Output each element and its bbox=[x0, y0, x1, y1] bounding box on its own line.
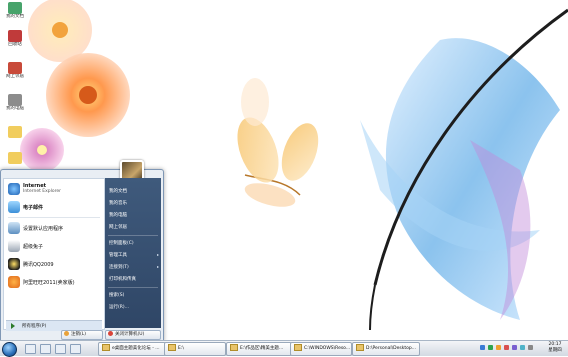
start-menu-separator bbox=[108, 235, 158, 236]
folder-icon bbox=[8, 2, 22, 14]
start-right-label: 搜索(S) bbox=[109, 293, 125, 298]
start-item-internet[interactable]: Internet Internet Explorer bbox=[6, 181, 102, 197]
desktop-icon-label: 我的电脑 bbox=[6, 106, 24, 111]
shutdown-button[interactable]: 关闭计算机(U) bbox=[105, 330, 161, 340]
start-right-item[interactable]: 网上邻居 bbox=[109, 224, 159, 230]
start-right-item[interactable]: 我的文档 bbox=[109, 188, 159, 194]
start-item-recent[interactable]: 设置默认应用程序 bbox=[6, 220, 102, 236]
taskbar-button-label: E:\ bbox=[178, 346, 184, 351]
start-item-title: 电子邮件 bbox=[23, 205, 44, 211]
start-menu-right-pane: 我的文档 我的音乐 我的电脑 网上邻居 控制面板(C) 管理工具 ▸ 连接到(T)… bbox=[105, 178, 161, 328]
folder-icon bbox=[294, 344, 302, 351]
settings-icon bbox=[8, 222, 20, 234]
computer-icon bbox=[8, 94, 22, 106]
clock[interactable]: 20:17 星期四 bbox=[544, 342, 566, 354]
quicklaunch-folder-icon[interactable] bbox=[55, 344, 66, 354]
logoff-label: 注销(L) bbox=[71, 332, 87, 337]
wangwang-icon bbox=[8, 276, 20, 288]
desktop-icon-computer[interactable]: 我的电脑 bbox=[2, 94, 28, 112]
start-right-label: 连接到(T) bbox=[109, 265, 129, 270]
desktop-icon-folder[interactable] bbox=[2, 152, 28, 164]
show-desktop-icon[interactable] bbox=[25, 344, 36, 354]
start-right-label: 我的音乐 bbox=[109, 201, 127, 206]
start-right-label: 控制面板(C) bbox=[109, 241, 134, 246]
taskbar-button[interactable]: D:\Personal\Desktop... bbox=[352, 342, 420, 356]
qq-icon bbox=[8, 258, 20, 270]
taskbar-button-label: D:\Personal\Desktop... bbox=[366, 346, 416, 351]
folder-icon bbox=[356, 344, 364, 351]
tray-network-icon[interactable] bbox=[480, 345, 485, 350]
start-right-label: 打印机和传真 bbox=[109, 277, 136, 282]
tray-security-icon[interactable] bbox=[488, 345, 493, 350]
tray-qq-icon[interactable] bbox=[496, 345, 501, 350]
desktop: 我的文档 回收站 网上邻居 我的电脑 Internet Internet Exp… bbox=[0, 0, 568, 355]
tray-app-icon[interactable] bbox=[512, 345, 517, 350]
start-menu: Internet Internet Explorer 电子邮件 设置默认应用程序… bbox=[0, 160, 164, 342]
desktop-icon-network[interactable]: 网上邻居 bbox=[2, 62, 28, 80]
start-item-recent[interactable]: 腾讯QQ2009 bbox=[6, 256, 102, 272]
submenu-arrow-icon: ▸ bbox=[156, 264, 159, 269]
shutdown-label: 关闭计算机(U) bbox=[115, 332, 145, 337]
start-right-item[interactable]: 打印机和传真 bbox=[109, 276, 159, 282]
start-right-item[interactable]: 我的音乐 bbox=[109, 200, 159, 206]
rabbit-icon bbox=[8, 240, 20, 252]
start-item-recent[interactable]: 阿里旺旺2011(卖家版) bbox=[6, 274, 102, 290]
clock-day: 星期四 bbox=[548, 348, 562, 353]
logoff-icon bbox=[64, 331, 69, 336]
ie-icon bbox=[8, 183, 20, 195]
folder-icon bbox=[168, 344, 176, 351]
taskbar-button[interactable]: E:\作品区\精美主题... bbox=[226, 342, 292, 356]
taskbar-button-label: E:\作品区\精美主题... bbox=[240, 346, 284, 351]
quicklaunch-browser-icon[interactable] bbox=[40, 344, 51, 354]
taskbar-button[interactable]: C:\WINDOWS\Reso... bbox=[290, 342, 352, 356]
folder-icon bbox=[230, 344, 238, 351]
start-menu-left-pane: Internet Internet Explorer 电子邮件 设置默认应用程序… bbox=[3, 178, 105, 331]
system-tray: 20:17 星期四 bbox=[474, 342, 566, 354]
start-right-item[interactable]: 我的电脑 bbox=[109, 212, 159, 218]
taskbar-button-label: C:\WINDOWS\Reso... bbox=[304, 346, 351, 351]
desktop-icon-label: 我的文档 bbox=[6, 14, 24, 19]
start-menu-separator bbox=[108, 287, 158, 288]
start-right-label: 运行(R)... bbox=[109, 305, 129, 310]
mail-icon bbox=[8, 201, 20, 213]
start-right-item[interactable]: 管理工具 ▸ bbox=[109, 252, 159, 258]
start-right-item[interactable]: 搜索(S) bbox=[109, 292, 159, 298]
folder-icon bbox=[8, 152, 22, 164]
start-right-label: 网上邻居 bbox=[109, 225, 127, 230]
desktop-icon-folder[interactable] bbox=[2, 126, 28, 138]
start-right-label: 我的电脑 bbox=[109, 213, 127, 218]
folder-icon bbox=[8, 126, 22, 138]
start-right-item[interactable]: 控制面板(C) bbox=[109, 240, 159, 246]
start-item-subtitle: Internet Explorer bbox=[23, 189, 62, 194]
start-item-label: 设置默认应用程序 bbox=[23, 226, 64, 232]
tray-app-icon[interactable] bbox=[504, 345, 509, 350]
desktop-icon-my-documents[interactable]: 我的文档 bbox=[2, 2, 28, 20]
tray-volume-icon[interactable] bbox=[528, 345, 533, 350]
start-item-email[interactable]: 电子邮件 bbox=[6, 199, 102, 215]
taskbar-button[interactable]: e桌面主题美化论坛 - ... bbox=[98, 342, 166, 356]
desktop-icon-recycle-bin[interactable]: 回收站 bbox=[2, 30, 28, 48]
start-right-label: 我的文档 bbox=[109, 189, 127, 194]
start-right-item[interactable]: 连接到(T) ▸ bbox=[109, 264, 159, 270]
taskbar: e桌面主题美化论坛 - ... E:\ E:\作品区\精美主题... C:\WI… bbox=[0, 340, 568, 357]
start-right-label: 管理工具 bbox=[109, 253, 127, 258]
start-item-label: 超级兔子 bbox=[23, 244, 44, 250]
tray-app-icon[interactable] bbox=[520, 345, 525, 350]
start-right-item[interactable]: 运行(R)... bbox=[109, 304, 159, 310]
desktop-icon-label: 回收站 bbox=[8, 42, 22, 47]
start-item-label: 腾讯QQ2009 bbox=[23, 262, 54, 268]
start-menu-separator bbox=[8, 217, 100, 218]
start-item-label: 阿里旺旺2011(卖家版) bbox=[23, 280, 75, 286]
desktop-icon-label: 网上邻居 bbox=[6, 74, 24, 79]
recycle-bin-icon bbox=[8, 30, 22, 42]
power-icon bbox=[108, 331, 113, 336]
submenu-arrow-icon: ▸ bbox=[156, 252, 159, 257]
browser-icon bbox=[102, 344, 110, 351]
taskbar-button[interactable]: E:\ bbox=[164, 342, 226, 356]
network-icon bbox=[8, 62, 22, 74]
taskbar-button-label: e桌面主题美化论坛 - ... bbox=[112, 346, 160, 351]
logoff-button[interactable]: 注销(L) bbox=[61, 330, 103, 340]
quicklaunch-media-icon[interactable] bbox=[70, 344, 81, 354]
start-item-recent[interactable]: 超级兔子 bbox=[6, 238, 102, 254]
